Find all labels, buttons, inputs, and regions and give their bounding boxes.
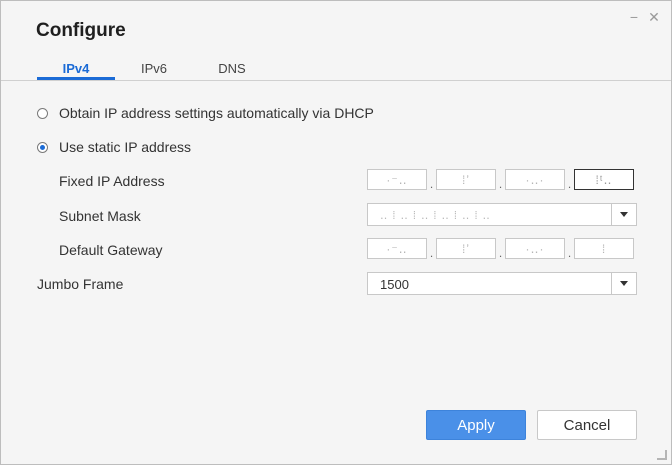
dhcp-radio[interactable]: [37, 107, 48, 119]
octet-separator: .: [498, 177, 503, 191]
jumbo-frame-label: Jumbo Frame: [37, 276, 124, 292]
subnet-mask-value: ‥ ⁞ ‥ ⁞ ‥ ⁞ ‥ ⁞ ‥ ⁞ ‥: [380, 210, 491, 222]
fixed-ip-octet-1[interactable]: ·⁻‥: [367, 169, 427, 190]
default-gateway-label: Default Gateway: [59, 242, 163, 258]
octet-separator: .: [567, 246, 572, 260]
static-ip-option[interactable]: Use static IP address: [37, 139, 191, 155]
jumbo-frame-value: 1500: [380, 277, 409, 292]
apply-button[interactable]: Apply: [426, 410, 526, 440]
fixed-ip-octet-2[interactable]: ⁞ʼ: [436, 169, 496, 190]
gateway-octet-3[interactable]: ·‥·: [505, 238, 565, 259]
jumbo-frame-dropdown-button[interactable]: [611, 273, 636, 294]
jumbo-frame-select[interactable]: 1500: [367, 272, 637, 295]
octet-separator: .: [498, 246, 503, 260]
dhcp-option[interactable]: Obtain IP address settings automatically…: [37, 105, 374, 121]
dialog-title: Configure: [36, 20, 126, 41]
octet-separator: .: [429, 177, 434, 191]
octet-separator: .: [429, 246, 434, 260]
fixed-ip-label: Fixed IP Address: [59, 173, 165, 189]
tab-dns[interactable]: DNS: [202, 61, 262, 76]
gateway-octet-2[interactable]: ⁞ʼ: [436, 238, 496, 259]
minimize-icon[interactable]: −: [627, 10, 641, 24]
fixed-ip-octet-4[interactable]: ⁞ᵗ‥: [574, 169, 634, 190]
gateway-octet-4[interactable]: ⁞: [574, 238, 634, 259]
resize-grip-icon[interactable]: [657, 450, 667, 460]
subnet-mask-label: Subnet Mask: [59, 208, 141, 224]
static-ip-label: Use static IP address: [59, 139, 192, 155]
fixed-ip-octet-3[interactable]: ·‥·: [505, 169, 565, 190]
octet-separator: .: [567, 177, 572, 191]
close-icon[interactable]: ✕: [647, 10, 661, 24]
chevron-down-icon: [620, 281, 628, 286]
gateway-octet-1[interactable]: ·⁻‥: [367, 238, 427, 259]
tab-ipv6[interactable]: IPv6: [124, 61, 184, 76]
cancel-button[interactable]: Cancel: [537, 410, 637, 440]
default-gateway-input: ·⁻‥ . ⁞ʼ . ·‥· . ⁞: [367, 238, 634, 259]
fixed-ip-input: ·⁻‥ . ⁞ʼ . ·‥· . ⁞ᵗ‥: [367, 169, 634, 190]
tab-ipv4[interactable]: IPv4: [37, 61, 115, 80]
configure-dialog: Configure − ✕ IPv4 IPv6 DNS Obtain IP ad…: [0, 0, 672, 465]
chevron-down-icon: [620, 212, 628, 217]
dhcp-label: Obtain IP address settings automatically…: [59, 105, 374, 121]
subnet-mask-select[interactable]: ‥ ⁞ ‥ ⁞ ‥ ⁞ ‥ ⁞ ‥ ⁞ ‥: [367, 203, 637, 226]
tab-bar: IPv4 IPv6 DNS: [1, 59, 671, 81]
subnet-mask-dropdown-button[interactable]: [611, 204, 636, 225]
static-ip-radio[interactable]: [37, 141, 48, 153]
window-controls: − ✕: [627, 10, 661, 24]
